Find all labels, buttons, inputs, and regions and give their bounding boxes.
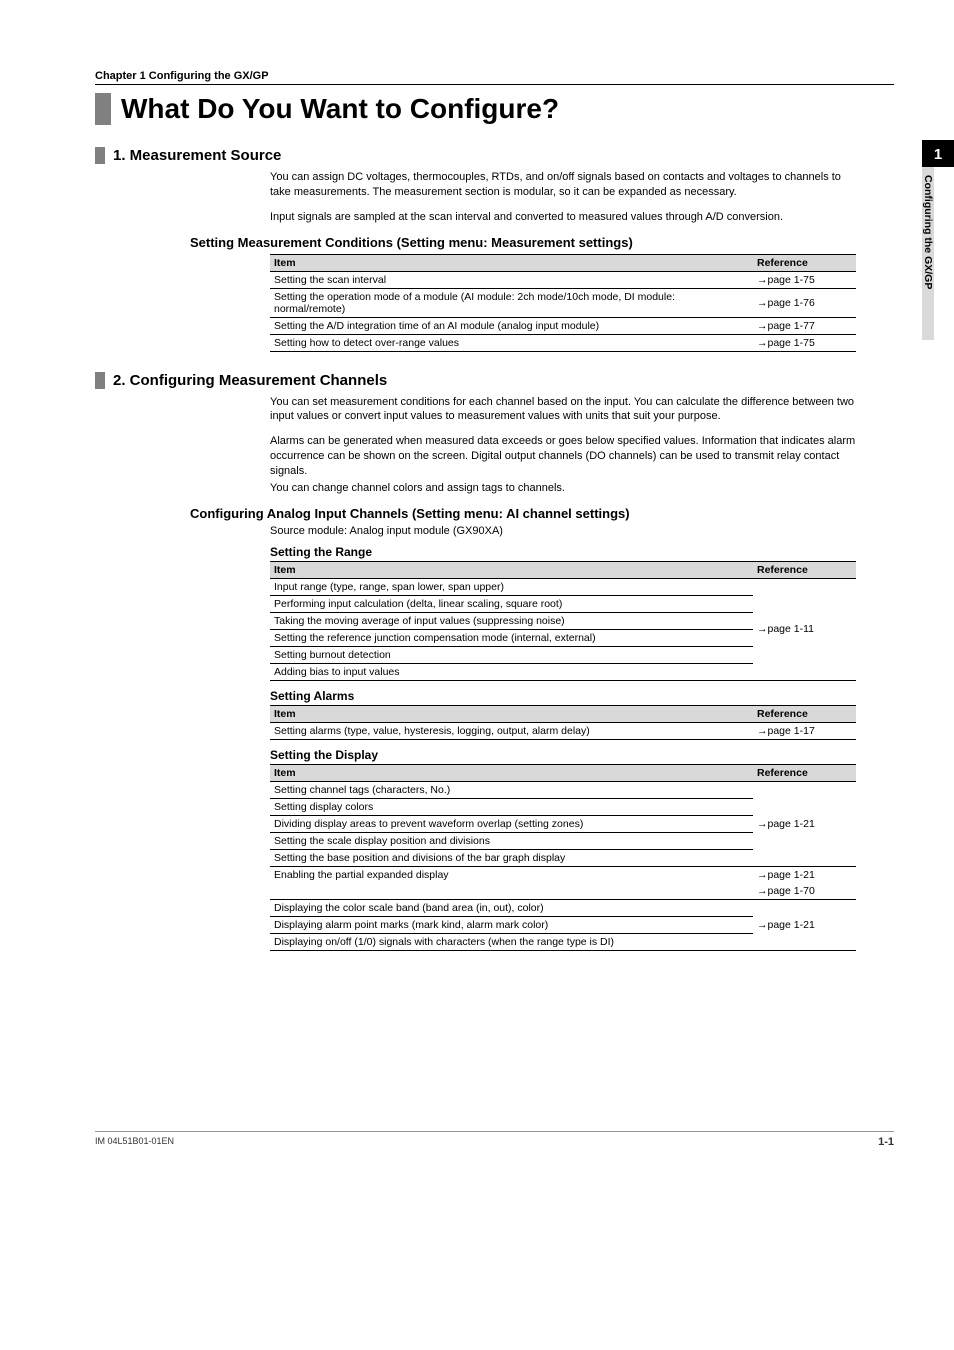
section-2-body-1: You can set measurement conditions for e… (270, 395, 856, 425)
table-setting-display: Item Reference Setting channel tags (cha… (270, 764, 856, 951)
th-item: Item (270, 561, 753, 578)
table-row: Setting how to detect over-range values … (270, 334, 856, 351)
cell-ref: →page 1-21 (753, 899, 856, 950)
page-title-wrap: What Do You Want to Configure? (95, 93, 894, 125)
side-tab: 1 Configuring the GX/GP (922, 140, 954, 350)
th-item: Item (270, 705, 753, 722)
cell-item: Displaying alarm point marks (mark kind,… (270, 916, 753, 933)
cell-item: Setting the reference junction compensat… (270, 629, 753, 646)
table-row: Setting the A/D integration time of an A… (270, 317, 856, 334)
section-2-body-3: You can change channel colors and assign… (270, 481, 856, 496)
cell-item: Setting the base position and divisions … (270, 849, 753, 866)
table-row: Setting the operation mode of a module (… (270, 288, 856, 317)
section-2-sub1-note: Source module: Analog input module (GX90… (270, 525, 856, 537)
cell-ref: →page 1-21 (753, 781, 856, 866)
th-item: Item (270, 764, 753, 781)
chapter-header: Chapter 1 Configuring the GX/GP (95, 70, 894, 85)
cell-ref: →page 1-75 (753, 334, 856, 351)
section-2-heading: 2. Configuring Measurement Channels (113, 372, 387, 389)
table-setting-range: Item Reference Input range (type, range,… (270, 561, 856, 681)
cell-item: Setting alarms (type, value, hysteresis,… (270, 722, 753, 739)
page-title: What Do You Want to Configure? (121, 93, 894, 125)
table-row: Setting the scan interval →page 1-75 (270, 271, 856, 288)
th-reference: Reference (753, 561, 856, 578)
th-reference: Reference (753, 764, 856, 781)
table-measurement-conditions: Item Reference Setting the scan interval… (270, 254, 856, 352)
cell-ref: →page 1-76 (753, 288, 856, 317)
section-1-body-2: Input signals are sampled at the scan in… (270, 210, 856, 225)
table-row: Displaying the color scale band (band ar… (270, 899, 856, 916)
cell-item: Input range (type, range, span lower, sp… (270, 578, 753, 595)
cell-item: Setting the operation mode of a module (… (270, 288, 753, 317)
cell-item: Adding bias to input values (270, 663, 753, 680)
cell-item: Setting how to detect over-range values (270, 334, 753, 351)
group1-heading: Setting the Range (270, 545, 856, 559)
cell-item: Setting the scan interval (270, 271, 753, 288)
section-1-body-1: You can assign DC voltages, thermocouple… (270, 170, 856, 200)
cell-ref: →page 1-11 (753, 578, 856, 680)
section-2-heading-wrap: 2. Configuring Measurement Channels (95, 372, 894, 389)
cell-ref: →page 1-21 (753, 866, 856, 883)
cell-ref: →page 1-77 (753, 317, 856, 334)
cell-item: Setting display colors (270, 798, 753, 815)
cell-item: Displaying the color scale band (band ar… (270, 899, 753, 916)
cell-item: Performing input calculation (delta, lin… (270, 595, 753, 612)
footer-doc-id: IM 04L51B01-01EN (95, 1136, 174, 1148)
table-setting-alarms: Item Reference Setting alarms (type, val… (270, 705, 856, 740)
table-row: Setting channel tags (characters, No.) →… (270, 781, 856, 798)
th-reference: Reference (753, 254, 856, 271)
cell-item: Dividing display areas to prevent wavefo… (270, 815, 753, 832)
cell-ref: →page 1-70 (753, 883, 856, 900)
cell-ref: →page 1-17 (753, 722, 856, 739)
side-tab-number: 1 (922, 140, 954, 167)
cell-item: Setting burnout detection (270, 646, 753, 663)
table-row: Enabling the partial expanded display →p… (270, 866, 856, 883)
th-reference: Reference (753, 705, 856, 722)
section-1-sub1-heading: Setting Measurement Conditions (Setting … (190, 235, 856, 250)
section-2-sub1-heading: Configuring Analog Input Channels (Setti… (190, 506, 856, 521)
cell-item: Setting channel tags (characters, No.) (270, 781, 753, 798)
section-1-heading-wrap: 1. Measurement Source (95, 147, 894, 164)
footer-page-number: 1-1 (878, 1136, 894, 1148)
group2-heading: Setting Alarms (270, 689, 856, 703)
table-row: Input range (type, range, span lower, sp… (270, 578, 856, 595)
th-item: Item (270, 254, 753, 271)
cell-item: Displaying on/off (1/0) signals with cha… (270, 933, 753, 950)
cell-item: Setting the scale display position and d… (270, 832, 753, 849)
section-1-heading: 1. Measurement Source (113, 147, 281, 164)
section-2-body-2: Alarms can be generated when measured da… (270, 434, 856, 479)
side-tab-label: Configuring the GX/GP (922, 167, 934, 340)
cell-item: Enabling the partial expanded display (270, 866, 753, 899)
cell-item: Taking the moving average of input value… (270, 612, 753, 629)
page-footer: IM 04L51B01-01EN 1-1 (95, 1131, 894, 1148)
table-row: Setting alarms (type, value, hysteresis,… (270, 722, 856, 739)
cell-item: Setting the A/D integration time of an A… (270, 317, 753, 334)
cell-ref: →page 1-75 (753, 271, 856, 288)
group3-heading: Setting the Display (270, 748, 856, 762)
